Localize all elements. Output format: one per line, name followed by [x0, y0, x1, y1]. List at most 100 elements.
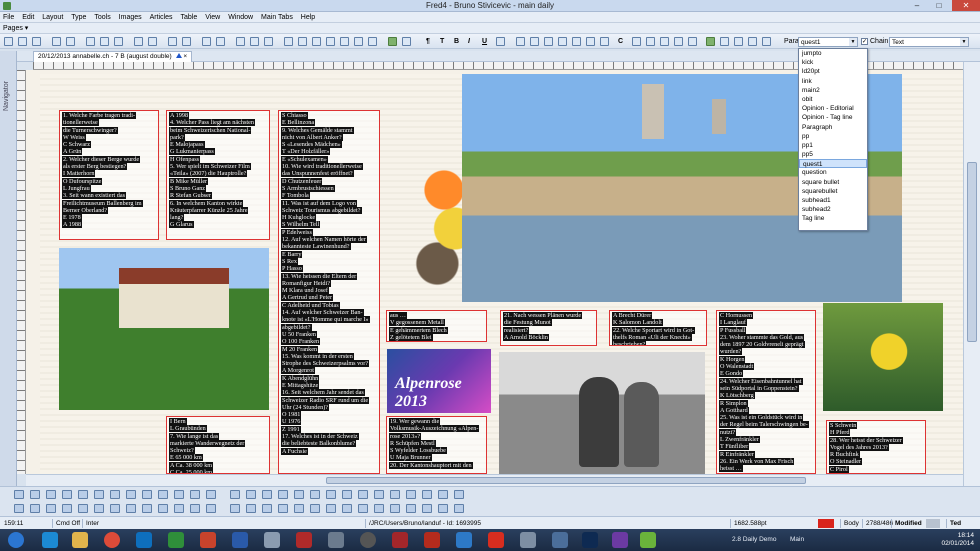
close-tab-icon[interactable]: ×: [183, 53, 187, 60]
close-button[interactable]: ✕: [952, 0, 980, 11]
dropdown-option[interactable]: pp5: [799, 150, 867, 159]
page-prev-icon[interactable]: [236, 37, 245, 46]
table-icon[interactable]: [340, 37, 349, 46]
dropdown-option[interactable]: Opinion - Editorial: [799, 104, 867, 113]
menu-help[interactable]: Help: [298, 12, 318, 23]
style-tool-icon[interactable]: [14, 504, 24, 513]
align-center-icon[interactable]: [646, 37, 655, 46]
style-tool-icon[interactable]: [294, 490, 304, 499]
next-page-icon[interactable]: [748, 37, 757, 46]
group-icon[interactable]: [558, 37, 567, 46]
text-box-icon[interactable]: [326, 37, 335, 46]
style-tool-icon[interactable]: [262, 504, 272, 513]
dropdown-option[interactable]: pp: [799, 132, 867, 141]
style-tool-icon[interactable]: [342, 504, 352, 513]
export-icon[interactable]: [388, 37, 397, 46]
first-page-icon[interactable]: [720, 37, 729, 46]
paragraph-icon[interactable]: ¶: [426, 37, 430, 46]
dropdown-option[interactable]: main2: [799, 86, 867, 95]
menu-articles[interactable]: Articles: [147, 12, 176, 23]
farmhouse-photo[interactable]: [59, 248, 269, 410]
style-tool-icon[interactable]: [190, 504, 200, 513]
style-tool-icon[interactable]: [262, 490, 272, 499]
style-tool-icon[interactable]: [126, 490, 136, 499]
style-tool-icon[interactable]: [278, 504, 288, 513]
dropdown-option[interactable]: jumpto: [799, 49, 867, 58]
style-tool-icon[interactable]: [206, 490, 216, 499]
style-tool-icon[interactable]: [310, 490, 320, 499]
paste-icon[interactable]: [114, 37, 123, 46]
style-tool-icon[interactable]: [126, 504, 136, 513]
text-type-icon[interactable]: T: [440, 37, 444, 46]
force-justify-icon[interactable]: [688, 37, 697, 46]
dropdown-option[interactable]: Tag line: [799, 214, 867, 223]
dropdown-option[interactable]: kick: [799, 58, 867, 67]
style-tool-icon[interactable]: [374, 504, 384, 513]
input-mode[interactable]: Inter: [82, 519, 99, 528]
oriole-bird-photo[interactable]: [823, 303, 943, 411]
undo-icon[interactable]: [134, 37, 143, 46]
visual-studio-icon[interactable]: [612, 532, 628, 548]
powerpoint-icon[interactable]: [200, 532, 216, 548]
prev-page-icon[interactable]: [734, 37, 743, 46]
style-tool-icon[interactable]: [62, 490, 72, 499]
print-icon[interactable]: [52, 37, 61, 46]
app-icon[interactable]: [552, 532, 568, 548]
style-tool-icon[interactable]: [374, 490, 384, 499]
couple-photo[interactable]: [499, 352, 705, 474]
chrome-icon[interactable]: [104, 532, 120, 548]
system-clock[interactable]: 18:14 02/01/2014: [941, 532, 974, 548]
style-tool-icon[interactable]: [390, 490, 400, 499]
dropdown-option[interactable]: question: [799, 168, 867, 177]
style-tool-icon[interactable]: [142, 504, 152, 513]
dropdown-option[interactable]: obit: [799, 95, 867, 104]
app-icon[interactable]: [392, 532, 408, 548]
ungroup-icon[interactable]: [572, 37, 581, 46]
style-tool-icon[interactable]: [454, 504, 464, 513]
quiz-text-box[interactable]: I Bern L Graubünden 7. Wie lange ist das ma…: [166, 416, 270, 474]
app-icon[interactable]: [168, 532, 184, 548]
cut-icon[interactable]: [86, 37, 95, 46]
style-tool-icon[interactable]: [422, 504, 432, 513]
align-right-icon[interactable]: [660, 37, 669, 46]
style-tool-icon[interactable]: [94, 490, 104, 499]
app-icon[interactable]: [328, 532, 344, 548]
quiz-text-box[interactable]: S Chiasso E Bellinzona 9. Welches Gemälde …: [278, 110, 380, 474]
horizontal-scrollbar[interactable]: [26, 474, 963, 486]
style-tool-icon[interactable]: [62, 504, 72, 513]
style-tool-icon[interactable]: [358, 504, 368, 513]
style-tool-icon[interactable]: [174, 490, 184, 499]
refresh-icon[interactable]: [264, 37, 273, 46]
open-icon[interactable]: [18, 37, 27, 46]
style-tool-icon[interactable]: [30, 490, 40, 499]
save-icon[interactable]: [32, 37, 41, 46]
style-tool-icon[interactable]: [246, 490, 256, 499]
style-tool-icon[interactable]: [342, 490, 352, 499]
unlock-icon[interactable]: [600, 37, 609, 46]
style-tool-icon[interactable]: [158, 490, 168, 499]
style-tool-icon[interactable]: [46, 490, 56, 499]
style-tool-icon[interactable]: [174, 504, 184, 513]
style-tool-icon[interactable]: [46, 504, 56, 513]
style-tool-icon[interactable]: [142, 490, 152, 499]
dropdown-option[interactable]: squarebullet: [799, 187, 867, 196]
dropdown-option[interactable]: ld20pt: [799, 67, 867, 76]
menu-tools[interactable]: Tools: [91, 12, 113, 23]
quiz-text-box[interactable]: 1. Welche Farbe tragen tradi-tionellerwe…: [59, 110, 159, 240]
word-icon[interactable]: [232, 532, 248, 548]
style-tool-icon[interactable]: [94, 504, 104, 513]
filezilla-icon[interactable]: [424, 532, 440, 548]
style-tool-icon[interactable]: [326, 490, 336, 499]
style-tool-icon[interactable]: [110, 490, 120, 499]
quiz-text-box[interactable]: 21. Nach wessen Plänen wurde die Festung …: [500, 310, 597, 346]
scroll-thumb[interactable]: [326, 477, 806, 484]
menu-type[interactable]: Type: [68, 12, 89, 23]
para-style-combo[interactable]: quest1 ▼: [798, 37, 858, 47]
alpenrose-logo-image[interactable]: Alpenrose 2013: [387, 349, 491, 413]
style-tool-icon[interactable]: [230, 504, 240, 513]
scroll-thumb[interactable]: [967, 162, 977, 342]
find-icon[interactable]: [168, 37, 177, 46]
style-tool-icon[interactable]: [110, 504, 120, 513]
color-icon[interactable]: [496, 37, 505, 46]
dropdown-option[interactable]: Paragraph: [799, 123, 867, 132]
